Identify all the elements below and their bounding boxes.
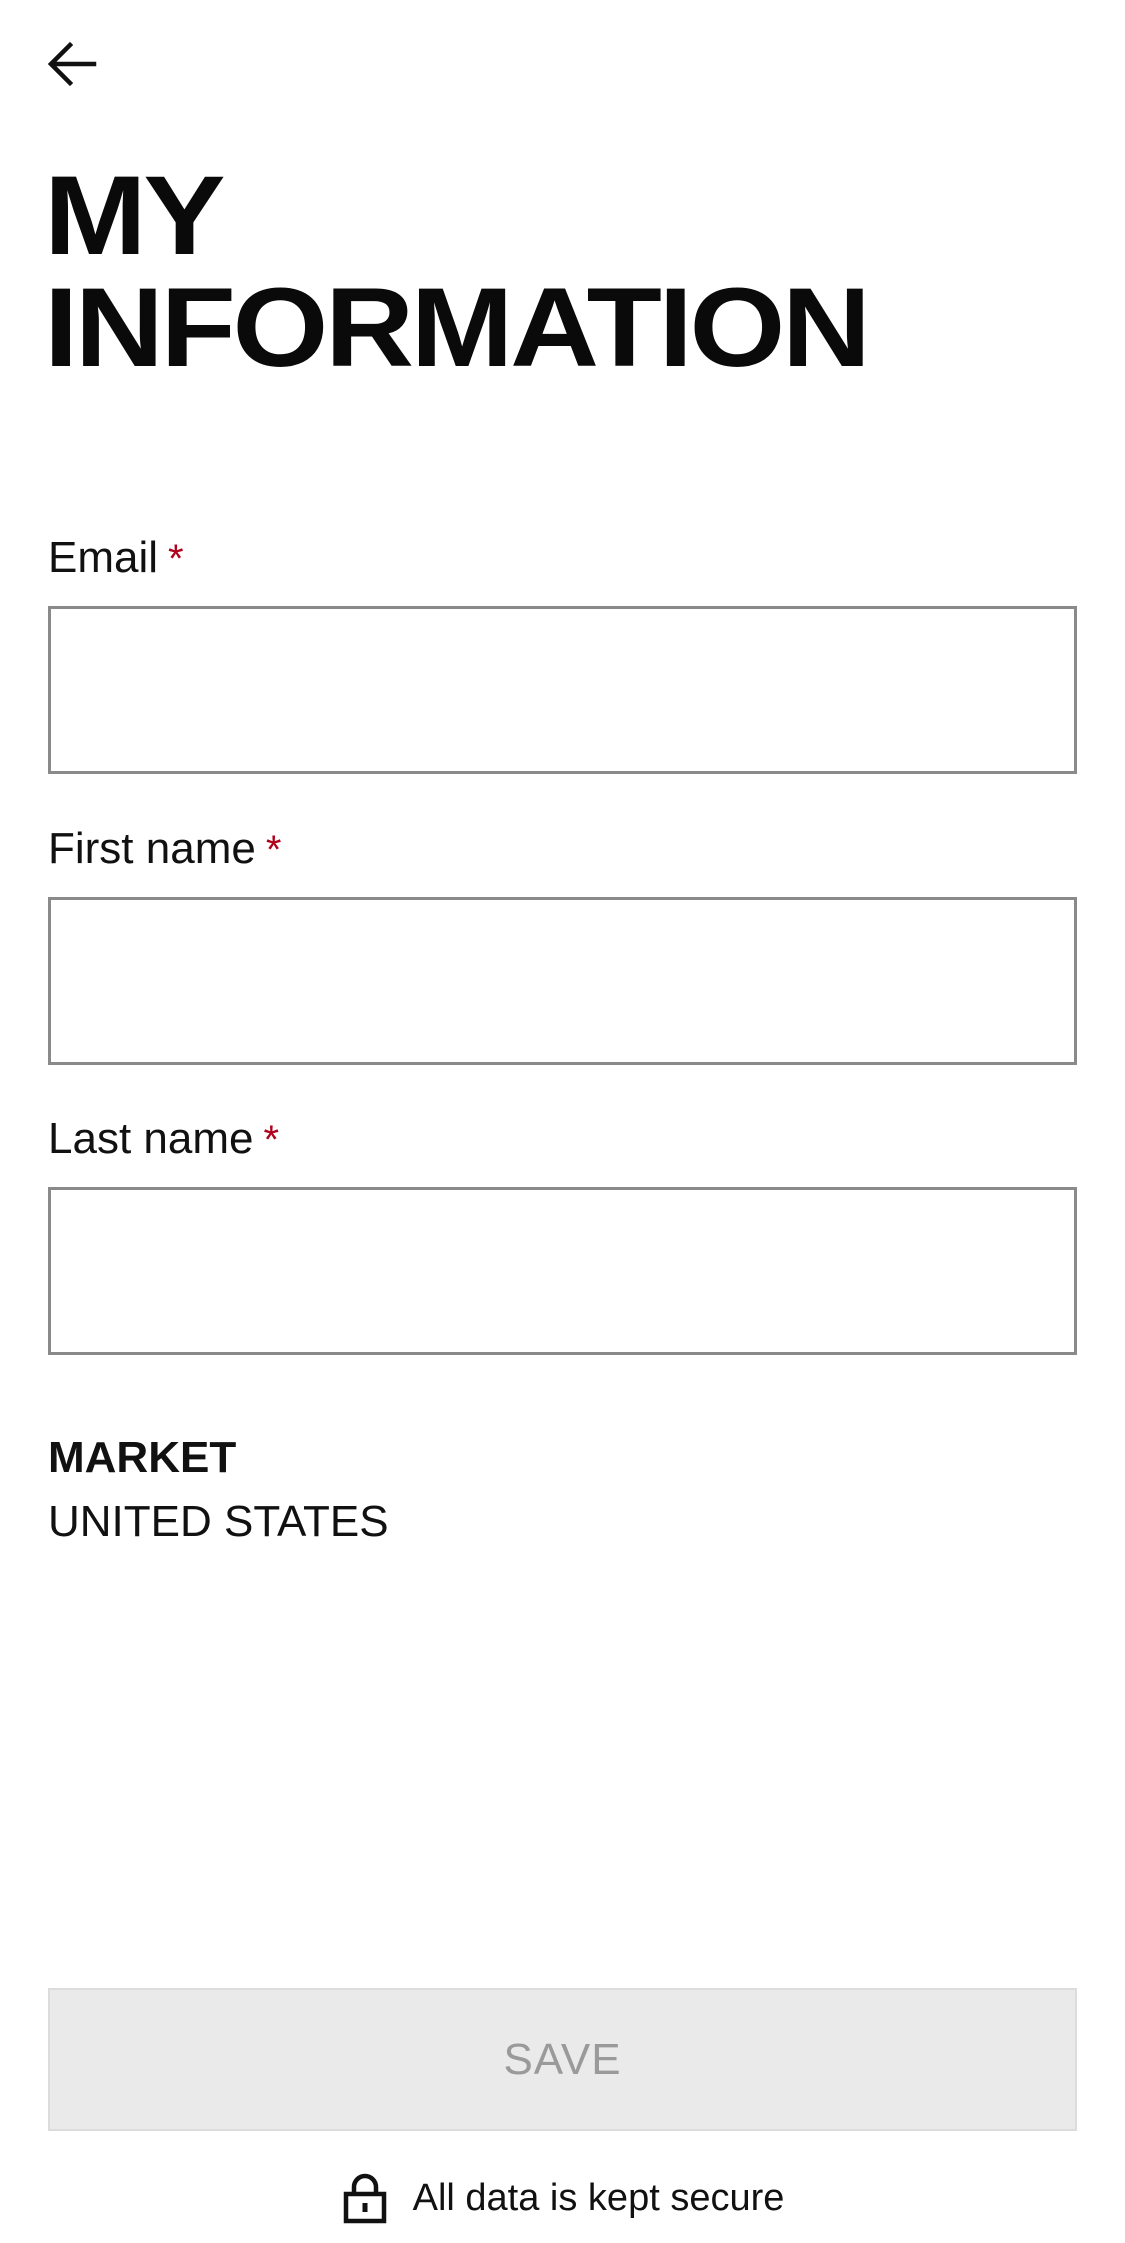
required-marker: * [168,537,184,581]
save-button[interactable]: SAVE [48,1988,1077,2131]
lock-icon [343,2173,386,2224]
first-name-field-group: First name * [48,823,1077,1065]
required-marker: * [265,828,282,872]
last-name-label-text: Last name [48,1114,254,1163]
market-label: MARKET [48,1433,237,1482]
market-section: MARKET UNITED STATES [48,1430,389,1550]
first-name-label: First name * [48,823,1077,876]
email-field-group: Email * [48,532,1077,774]
page-title: MY INFORMATION [44,160,1125,384]
last-name-input[interactable] [48,1187,1077,1355]
back-button[interactable] [44,36,100,92]
secure-text: All data is kept secure [412,2177,785,2219]
first-name-input[interactable] [48,897,1077,1065]
market-value: UNITED STATES [48,1497,389,1546]
last-name-label: Last name * [48,1113,1077,1166]
email-input[interactable] [48,606,1077,774]
arrow-left-icon [47,41,97,87]
email-label-text: Email [48,533,159,582]
email-label: Email * [48,532,1077,585]
last-name-field-group: Last name * [48,1113,1077,1355]
page-title-line-2: INFORMATION [44,265,871,390]
first-name-label-text: First name [48,824,256,873]
required-marker: * [263,1118,280,1162]
secure-notice: All data is kept secure [0,2172,1125,2224]
page-title-line-1: MY [44,153,225,278]
